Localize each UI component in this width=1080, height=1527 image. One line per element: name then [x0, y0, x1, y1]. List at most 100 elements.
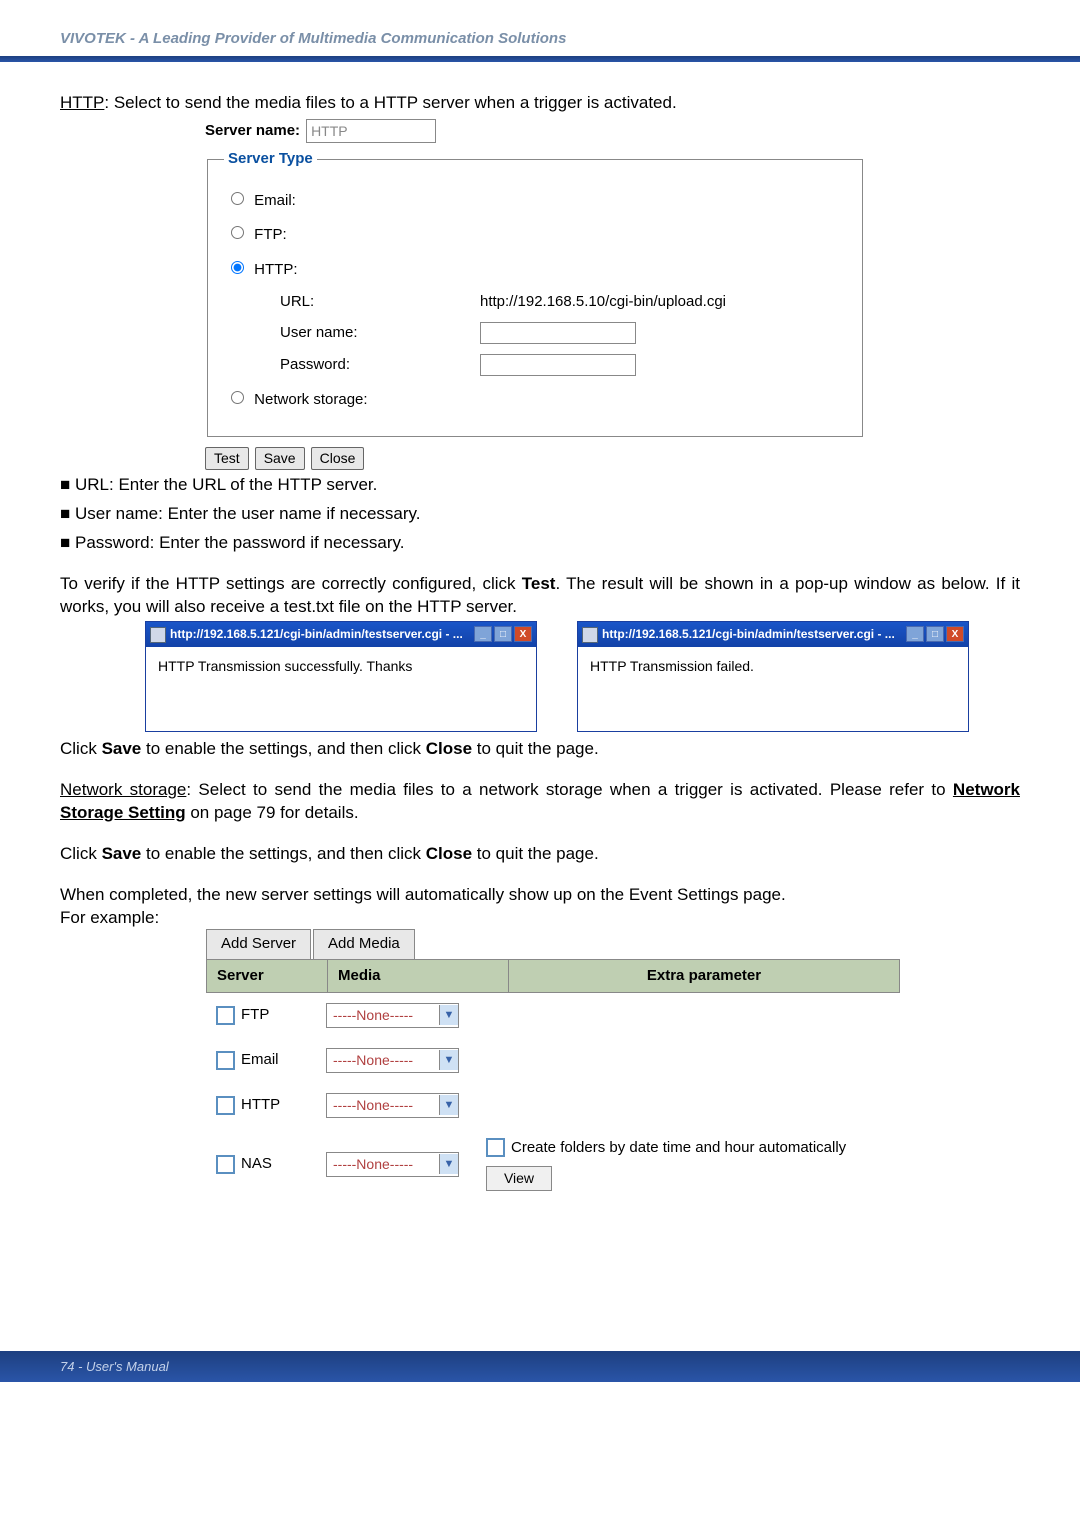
http-intro-label: HTTP: [60, 93, 104, 112]
row-ftp-label: FTP: [241, 1005, 269, 1025]
bullet-username-text: User name: Enter the user name if necess…: [75, 504, 421, 523]
popup-success-title: http://192.168.5.121/cgi-bin/admin/tests…: [170, 627, 463, 641]
radio-http[interactable]: HTTP:: [226, 258, 846, 280]
scl1b: Save: [102, 739, 142, 758]
chevron-down-icon: ▼: [439, 1095, 458, 1115]
scl1c: to enable the settings, and then click: [141, 739, 425, 758]
bullet-password-text: Password: Enter the password if necessar…: [75, 533, 404, 552]
select-ftp-media[interactable]: -----None----- ▼: [326, 1003, 459, 1028]
row-nas: NAS -----None----- ▼ Create folders by d…: [206, 1128, 900, 1201]
bullet-password: ■ Password: Enter the password if necess…: [60, 532, 1020, 555]
select-nas-media[interactable]: -----None----- ▼: [326, 1152, 459, 1177]
verify-paragraph: To verify if the HTTP settings are corre…: [60, 573, 1020, 619]
close-icon[interactable]: X: [946, 626, 964, 642]
row-nas-label: NAS: [241, 1154, 272, 1174]
col-media: Media: [328, 960, 509, 992]
popup-row: http://192.168.5.121/cgi-bin/admin/tests…: [145, 621, 1020, 732]
page-footer: 74 - User's Manual: [0, 1351, 1080, 1382]
scl1e: to quit the page.: [472, 739, 599, 758]
username-input[interactable]: [480, 322, 636, 344]
network-storage-text2: on page 79 for details.: [186, 803, 359, 822]
http-intro: HTTP: Select to send the media files to …: [60, 92, 1020, 115]
http-settings: URL: http://192.168.5.10/cgi-bin/upload.…: [280, 292, 846, 376]
scl2d: Close: [426, 844, 472, 863]
minimize-icon[interactable]: _: [474, 626, 492, 642]
test-button[interactable]: Test: [205, 447, 249, 470]
save-close-line-2: Click Save to enable the settings, and t…: [60, 843, 1020, 866]
radio-email[interactable]: Email:: [226, 189, 846, 211]
event-table-header: Server Media Extra parameter: [206, 959, 900, 993]
nas-extra: Create folders by date time and hour aut…: [486, 1138, 900, 1191]
minimize-icon[interactable]: _: [906, 626, 924, 642]
select-nas-text: -----None-----: [327, 1153, 439, 1176]
url-value: http://192.168.5.10/cgi-bin/upload.cgi: [480, 292, 726, 312]
popup-fail-title: http://192.168.5.121/cgi-bin/admin/tests…: [602, 627, 895, 641]
chevron-down-icon: ▼: [439, 1005, 458, 1025]
radio-email-input[interactable]: [231, 192, 244, 205]
username-label: User name:: [280, 323, 380, 343]
row-http-label: HTTP: [241, 1095, 280, 1115]
view-button[interactable]: View: [486, 1166, 552, 1191]
close-icon[interactable]: X: [514, 626, 532, 642]
select-http-media[interactable]: -----None----- ▼: [326, 1093, 459, 1118]
radio-email-label: Email:: [254, 192, 296, 209]
network-storage-label: Network storage: [60, 780, 186, 799]
tab-row: Add Server Add Media: [206, 929, 900, 958]
brand-text: VIVOTEK - A Leading Provider of Multimed…: [60, 30, 566, 47]
popup-fail-titlebar: http://192.168.5.121/cgi-bin/admin/tests…: [578, 622, 968, 647]
save-button[interactable]: Save: [255, 447, 305, 470]
footer-text: 74 - User's Manual: [60, 1359, 169, 1374]
bullet-username: ■ User name: Enter the user name if nece…: [60, 503, 1020, 526]
server-form: Server name: Server Type Email: FTP: HTT…: [205, 119, 865, 470]
close-button[interactable]: Close: [311, 447, 365, 470]
password-label: Password:: [280, 355, 380, 375]
tab-add-server[interactable]: Add Server: [206, 929, 311, 958]
radio-http-input[interactable]: [231, 261, 244, 274]
row-email: Email -----None----- ▼: [206, 1038, 900, 1083]
select-ftp-text: -----None-----: [327, 1004, 439, 1027]
radio-network-storage[interactable]: Network storage:: [226, 388, 846, 410]
row-ftp: FTP -----None----- ▼: [206, 993, 900, 1038]
ie-icon: [582, 627, 598, 643]
scl2c: to enable the settings, and then click: [141, 844, 425, 863]
col-server: Server: [207, 960, 328, 992]
server-name-label: Server name:: [205, 121, 300, 141]
page-header: VIVOTEK - A Leading Provider of Multimed…: [0, 0, 1080, 56]
chevron-down-icon: ▼: [439, 1154, 458, 1174]
save-close-line-1: Click Save to enable the settings, and t…: [60, 738, 1020, 761]
scl2b: Save: [102, 844, 142, 863]
maximize-icon[interactable]: □: [494, 626, 512, 642]
radio-ftp[interactable]: FTP:: [226, 223, 846, 245]
create-folders-label: Create folders by date time and hour aut…: [511, 1138, 846, 1158]
scl2e: to quit the page.: [472, 844, 599, 863]
maximize-icon[interactable]: □: [926, 626, 944, 642]
http-intro-text: : Select to send the media files to a HT…: [104, 93, 676, 112]
server-type-fieldset: Server Type Email: FTP: HTTP: URL: http:…: [207, 149, 863, 438]
network-storage-text1: : Select to send the media files to a ne…: [186, 780, 953, 799]
row-email-label: Email: [241, 1050, 279, 1070]
radio-ftp-input[interactable]: [231, 226, 244, 239]
checkbox-create-folders[interactable]: [486, 1138, 505, 1157]
radio-network-storage-input[interactable]: [231, 391, 244, 404]
radio-http-label: HTTP:: [254, 261, 297, 278]
checkbox-ftp[interactable]: [216, 1006, 235, 1025]
checkbox-http[interactable]: [216, 1096, 235, 1115]
server-type-legend: Server Type: [224, 149, 317, 169]
popup-success-body: HTTP Transmission successfully. Thanks: [146, 647, 536, 731]
server-name-input[interactable]: [306, 119, 436, 143]
verify-text-1: To verify if the HTTP settings are corre…: [60, 574, 522, 593]
popup-success-titlebar: http://192.168.5.121/cgi-bin/admin/tests…: [146, 622, 536, 647]
popup-fail: http://192.168.5.121/cgi-bin/admin/tests…: [577, 621, 969, 732]
url-label: URL:: [280, 292, 380, 312]
select-http-text: -----None-----: [327, 1094, 439, 1117]
ie-icon: [150, 627, 166, 643]
tab-add-media[interactable]: Add Media: [313, 929, 415, 958]
select-email-media[interactable]: -----None----- ▼: [326, 1048, 459, 1073]
scl2a: Click: [60, 844, 102, 863]
password-input[interactable]: [480, 354, 636, 376]
bullet-url-text: URL: Enter the URL of the HTTP server.: [75, 475, 377, 494]
col-extra: Extra parameter: [509, 960, 899, 992]
radio-ftp-label: FTP:: [254, 226, 287, 243]
checkbox-nas[interactable]: [216, 1155, 235, 1174]
checkbox-email[interactable]: [216, 1051, 235, 1070]
